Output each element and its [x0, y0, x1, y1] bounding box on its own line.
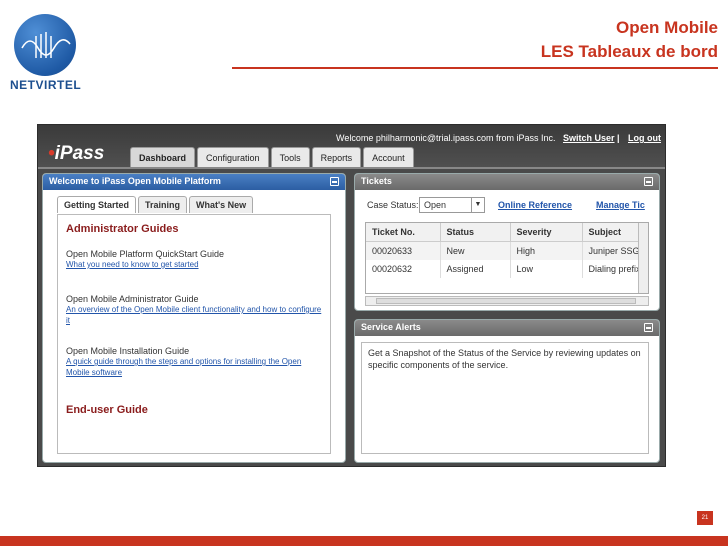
- logo-name: NETVIRTEL: [10, 78, 82, 92]
- tickets-table: Ticket No. Status Severity Subject 00020…: [365, 222, 649, 294]
- online-reference-link[interactable]: Online Reference: [498, 200, 572, 210]
- alerts-description: Get a Snapshot of the Status of the Serv…: [361, 342, 649, 454]
- alerts-panel-title: Service Alerts: [361, 322, 421, 332]
- minimize-icon[interactable]: [644, 177, 653, 186]
- subtab-whats-new[interactable]: What's New: [189, 196, 254, 213]
- ipass-app-window: •iPass Welcome philharmonic@trial.ipass.…: [37, 124, 666, 467]
- guide-item: Open Mobile Platform QuickStart Guide Wh…: [66, 249, 322, 270]
- admin-guides-heading: Administrator Guides: [66, 223, 179, 235]
- header-separator: |: [617, 133, 620, 143]
- tickets-panel-title: Tickets: [361, 176, 392, 186]
- main-tabs: Dashboard Configuration Tools Reports Ac…: [130, 147, 414, 167]
- tickets-panel: Tickets Case Status: Open ▼ Online Refer…: [354, 173, 660, 311]
- ticket-status: Assigned: [440, 260, 511, 278]
- app-header: •iPass Welcome philharmonic@trial.ipass.…: [38, 125, 665, 167]
- vertical-scrollbar[interactable]: [638, 223, 648, 293]
- netvirtel-logo: [14, 14, 76, 76]
- page-number: 21: [697, 511, 713, 525]
- guide-link[interactable]: A quick guide through the steps and opti…: [66, 356, 322, 378]
- dashboard-body: Welcome to iPass Open Mobile Platform Ge…: [38, 167, 665, 466]
- ticket-number: 00020632: [366, 260, 441, 278]
- getting-started-content: Administrator Guides Open Mobile Platfor…: [57, 214, 331, 454]
- slide-title: Open Mobile: [616, 18, 718, 37]
- dropdown-arrow-icon: ▼: [471, 198, 484, 212]
- guide-title: Open Mobile Platform QuickStart Guide: [66, 249, 225, 259]
- column-header[interactable]: Severity: [510, 223, 583, 242]
- ticket-severity: High: [510, 241, 583, 260]
- logout-link[interactable]: Log out: [628, 133, 661, 143]
- scrollbar-thumb[interactable]: [376, 298, 636, 304]
- subtab-training[interactable]: Training: [138, 196, 188, 213]
- tab-dashboard[interactable]: Dashboard: [130, 147, 196, 167]
- guide-link[interactable]: What you need to know to get started: [66, 259, 322, 270]
- welcome-subtabs: Getting Started Training What's New: [57, 196, 254, 213]
- title-divider: [232, 67, 718, 69]
- tab-reports[interactable]: Reports: [311, 147, 362, 167]
- table-row[interactable]: 00020632 Assigned Low Dialing prefix: [366, 260, 648, 278]
- tab-configuration[interactable]: Configuration: [197, 147, 269, 167]
- column-header[interactable]: Ticket No.: [366, 223, 441, 242]
- manage-tickets-link[interactable]: Manage Tic: [596, 200, 645, 210]
- column-header[interactable]: Status: [440, 223, 511, 242]
- case-status-select[interactable]: Open ▼: [419, 197, 485, 213]
- case-status-label: Case Status:: [367, 200, 419, 210]
- alerts-panel-header: Service Alerts: [355, 320, 659, 336]
- ticket-severity: Low: [510, 260, 583, 278]
- minimize-icon[interactable]: [644, 323, 653, 332]
- tickets-panel-header: Tickets: [355, 174, 659, 190]
- subtab-getting-started[interactable]: Getting Started: [57, 196, 137, 213]
- guide-title: Open Mobile Administrator Guide: [66, 294, 199, 304]
- switch-user-link[interactable]: Switch User: [563, 133, 615, 143]
- footer-bar: [0, 536, 728, 546]
- welcome-panel-title: Welcome to iPass Open Mobile Platform: [49, 176, 221, 186]
- minimize-icon[interactable]: [330, 177, 339, 186]
- ticket-toolbar: Case Status: Open ▼ Online Reference Man…: [365, 196, 649, 214]
- tab-tools[interactable]: Tools: [270, 147, 310, 167]
- guide-link[interactable]: An overview of the Open Mobile client fu…: [66, 304, 322, 326]
- table-row[interactable]: 00020633 New High Juniper SSG: [366, 241, 648, 260]
- guide-item: Open Mobile Administrator Guide An overv…: [66, 294, 322, 326]
- slide-subtitle: LES Tableaux de bord: [540, 42, 718, 61]
- guide-title: Open Mobile Installation Guide: [66, 346, 190, 356]
- welcome-panel: Welcome to iPass Open Mobile Platform Ge…: [42, 173, 346, 463]
- welcome-text: Welcome philharmonic@trial.ipass.com fro…: [336, 133, 556, 143]
- ticket-number: 00020633: [366, 241, 441, 260]
- horizontal-scrollbar[interactable]: [365, 296, 649, 306]
- tab-account[interactable]: Account: [363, 147, 414, 167]
- table-header-row: Ticket No. Status Severity Subject: [366, 223, 648, 242]
- logo-wave-icon: [21, 32, 71, 58]
- ipass-logo: •iPass: [48, 143, 105, 164]
- service-alerts-panel: Service Alerts Get a Snapshot of the Sta…: [354, 319, 660, 463]
- welcome-panel-header: Welcome to iPass Open Mobile Platform: [43, 174, 345, 190]
- case-status-value: Open: [424, 200, 447, 210]
- ticket-status: New: [440, 241, 511, 260]
- enduser-guide-heading[interactable]: End-user Guide: [66, 404, 322, 416]
- guide-item: Open Mobile Installation Guide A quick g…: [66, 346, 322, 378]
